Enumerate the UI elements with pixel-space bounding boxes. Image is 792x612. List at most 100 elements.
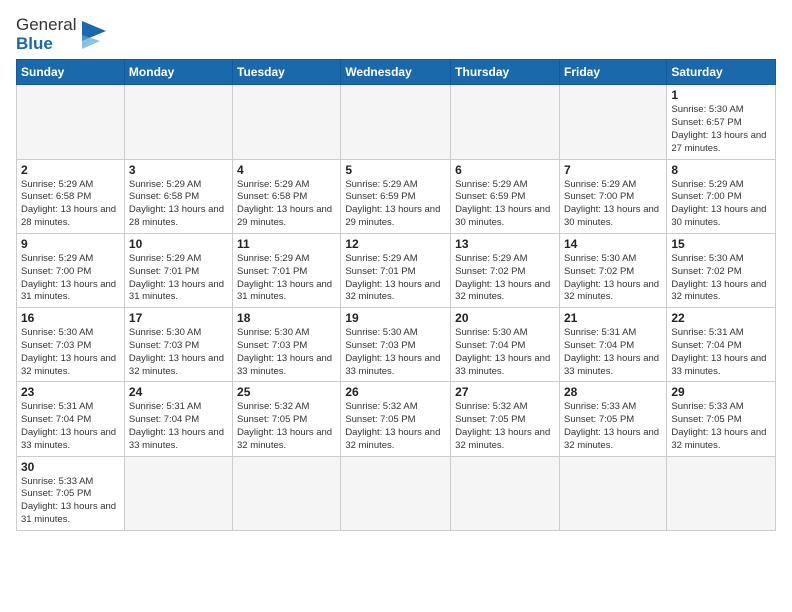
calendar-cell: 21Sunrise: 5:31 AM Sunset: 7:04 PM Dayli… [559,308,666,382]
calendar-cell: 14 Sunrise: 5:30 AM Sunset: 7:02 PM Dayli… [559,233,666,307]
day-number: 15 [671,237,771,251]
weekday-header-saturday: Saturday [667,60,776,85]
calendar-cell: 10 Sunrise: 5:29 AM Sunset: 7:01 PM Dayli… [124,233,232,307]
day-info: Sunrise: 5:32 AM Sunset: 7:05 PM Dayligh… [455,401,555,452]
calendar-cell: 16Sunrise: 5:30 AM Sunset: 7:03 PM Dayli… [17,308,125,382]
day-number: 18 [237,311,336,325]
day-number: 12 [345,237,446,251]
day-number: 29 [671,385,771,399]
day-number: 16 [21,311,120,325]
calendar-cell: 2 Sunrise: 5:29 AM Sunset: 6:58 PM Daylig… [17,159,125,233]
calendar-cell: 25Sunrise: 5:32 AM Sunset: 7:05 PM Dayli… [233,382,341,456]
day-number: 3 [129,163,228,177]
calendar-week-row: 9Sunrise: 5:29 AM Sunset: 7:00 PM Daylig… [17,233,776,307]
calendar-cell [124,456,232,530]
calendar-cell: 1Sunrise: 5:30 AM Sunset: 6:57 PM Daylig… [667,85,776,159]
day-info: Sunrise: 5:33 AM Sunset: 7:05 PM Dayligh… [564,401,662,452]
day-number: 23 [21,385,120,399]
calendar-cell: 11Sunrise: 5:29 AM Sunset: 7:01 PM Dayli… [233,233,341,307]
day-info: Sunrise: 5:31 AM Sunset: 7:04 PM Dayligh… [564,327,662,378]
calendar-cell [233,456,341,530]
calendar-cell: 28 Sunrise: 5:33 AM Sunset: 7:05 PM Dayli… [559,382,666,456]
calendar-cell: 12 Sunrise: 5:29 AM Sunset: 7:01 PM Dayli… [341,233,451,307]
calendar-week-row: 16 Sunrise: 5:30 AM Sunset: 7:03 PM Dayli… [17,308,776,382]
calendar-cell: 3 Sunrise: 5:29 AM Sunset: 6:58 PM Daylig… [124,159,232,233]
day-info: Sunrise: 5:29 AM Sunset: 7:01 PM Dayligh… [345,253,446,304]
calendar-cell: 6 Sunrise: 5:29 AM Sunset: 6:59 PM Daylig… [451,159,560,233]
day-info: Sunrise: 5:29 AM Sunset: 6:58 PM Dayligh… [129,179,228,230]
calendar-cell [667,456,776,530]
calendar-cell: 23 Sunrise: 5:31 AM Sunset: 7:04 PM Dayli… [17,382,125,456]
calendar-cell [451,456,560,530]
calendar-cell [341,456,451,530]
day-number: 5 [345,163,446,177]
calendar-cell: 24 Sunrise: 5:31 AM Sunset: 7:04 PM Dayli… [124,382,232,456]
calendar-cell: 22Sunrise: 5:31 AM Sunset: 7:04 PM Dayli… [667,308,776,382]
day-number: 20 [455,311,555,325]
day-number: 26 [345,385,446,399]
calendar-cell: 18 Sunrise: 5:30 AM Sunset: 7:03 PM Dayli… [233,308,341,382]
day-info: Sunrise: 5:30 AM Sunset: 7:02 PM Dayligh… [564,253,662,304]
calendar-cell: 8 Sunrise: 5:29 AM Sunset: 7:00 PM Daylig… [667,159,776,233]
day-info: Sunrise: 5:29 AM Sunset: 6:59 PM Dayligh… [455,179,555,230]
day-info: Sunrise: 5:32 AM Sunset: 7:05 PM Dayligh… [345,401,446,452]
day-info: Sunrise: 5:30 AM Sunset: 7:02 PM Dayligh… [671,253,771,304]
calendar-cell: 7Sunrise: 5:29 AM Sunset: 7:00 PM Daylig… [559,159,666,233]
calendar-cell [559,456,666,530]
day-number: 22 [671,311,771,325]
calendar-cell: 13 Sunrise: 5:29 AM Sunset: 7:02 PM Dayli… [451,233,560,307]
calendar-cell: 5 Sunrise: 5:29 AM Sunset: 6:59 PM Daylig… [341,159,451,233]
day-number: 8 [671,163,771,177]
day-number: 7 [564,163,662,177]
day-info: Sunrise: 5:29 AM Sunset: 6:58 PM Dayligh… [21,179,120,230]
calendar-week-row: 1Sunrise: 5:30 AM Sunset: 6:57 PM Daylig… [17,85,776,159]
day-number: 10 [129,237,228,251]
day-info: Sunrise: 5:33 AM Sunset: 7:05 PM Dayligh… [671,401,771,452]
calendar-cell: 30 Sunrise: 5:33 AM Sunset: 7:05 PM Dayli… [17,456,125,530]
day-info: Sunrise: 5:30 AM Sunset: 7:04 PM Dayligh… [455,327,555,378]
day-info: Sunrise: 5:32 AM Sunset: 7:05 PM Dayligh… [237,401,336,452]
day-number: 9 [21,237,120,251]
calendar-cell: 27Sunrise: 5:32 AM Sunset: 7:05 PM Dayli… [451,382,560,456]
weekday-header-monday: Monday [124,60,232,85]
day-info: Sunrise: 5:29 AM Sunset: 7:01 PM Dayligh… [237,253,336,304]
weekday-header-sunday: Sunday [17,60,125,85]
day-info: Sunrise: 5:29 AM Sunset: 7:01 PM Dayligh… [129,253,228,304]
calendar-week-row: 23 Sunrise: 5:31 AM Sunset: 7:04 PM Dayli… [17,382,776,456]
day-number: 19 [345,311,446,325]
day-info: Sunrise: 5:33 AM Sunset: 7:05 PM Dayligh… [21,476,120,527]
weekday-header-wednesday: Wednesday [341,60,451,85]
calendar-cell: 19 Sunrise: 5:30 AM Sunset: 7:03 PM Dayli… [341,308,451,382]
calendar-cell: 29 Sunrise: 5:33 AM Sunset: 7:05 PM Dayli… [667,382,776,456]
day-number: 28 [564,385,662,399]
calendar-cell [341,85,451,159]
day-info: Sunrise: 5:29 AM Sunset: 7:02 PM Dayligh… [455,253,555,304]
logo: General Blue [16,16,114,53]
day-info: Sunrise: 5:29 AM Sunset: 7:00 PM Dayligh… [671,179,771,230]
weekday-header-tuesday: Tuesday [233,60,341,85]
day-number: 4 [237,163,336,177]
weekday-header-friday: Friday [559,60,666,85]
day-number: 1 [671,88,771,102]
generalblue-logo-icon [78,17,114,53]
calendar-cell: 26 Sunrise: 5:32 AM Sunset: 7:05 PM Dayli… [341,382,451,456]
calendar-cell: 17 Sunrise: 5:30 AM Sunset: 7:03 PM Dayli… [124,308,232,382]
day-info: Sunrise: 5:30 AM Sunset: 7:03 PM Dayligh… [237,327,336,378]
day-number: 2 [21,163,120,177]
calendar-table: SundayMondayTuesdayWednesdayThursdayFrid… [16,59,776,531]
day-info: Sunrise: 5:30 AM Sunset: 7:03 PM Dayligh… [345,327,446,378]
day-info: Sunrise: 5:29 AM Sunset: 6:58 PM Dayligh… [237,179,336,230]
day-number: 24 [129,385,228,399]
day-number: 30 [21,460,120,474]
calendar-cell: 15 Sunrise: 5:30 AM Sunset: 7:02 PM Dayli… [667,233,776,307]
day-info: Sunrise: 5:31 AM Sunset: 7:04 PM Dayligh… [21,401,120,452]
day-info: Sunrise: 5:29 AM Sunset: 6:59 PM Dayligh… [345,179,446,230]
day-number: 6 [455,163,555,177]
calendar-cell [233,85,341,159]
day-number: 14 [564,237,662,251]
header: General Blue [16,16,776,53]
day-number: 17 [129,311,228,325]
day-number: 13 [455,237,555,251]
day-info: Sunrise: 5:31 AM Sunset: 7:04 PM Dayligh… [129,401,228,452]
day-info: Sunrise: 5:30 AM Sunset: 7:03 PM Dayligh… [129,327,228,378]
